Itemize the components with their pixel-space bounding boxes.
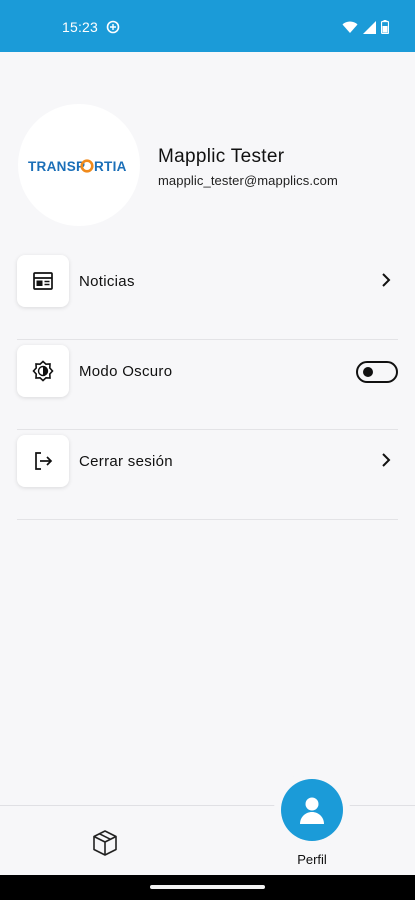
signal-icon (363, 20, 376, 34)
person-icon (300, 797, 324, 824)
menu-item-label: Cerrar sesión (79, 453, 173, 470)
battery-icon (381, 20, 389, 34)
chevron-right-icon (379, 452, 393, 473)
menu-item-label: Noticias (79, 273, 135, 290)
svg-text:TRANSP: TRANSP (28, 159, 85, 174)
status-bar: 15:23 (0, 0, 415, 52)
toggle-knob (363, 367, 373, 377)
avatar: TRANSP RTIA (18, 104, 140, 226)
dark-mode-toggle[interactable] (356, 361, 398, 383)
settings-menu: Noticias Modo Oscuro Cerrar sesión (0, 250, 415, 520)
bottom-nav: Perfil (0, 772, 415, 876)
package-icon[interactable] (90, 828, 120, 858)
user-email: mapplic_tester@mapplics.com (158, 173, 338, 188)
profile-header: TRANSP RTIA Mapplic Tester mapplic_teste… (0, 100, 415, 230)
logout-icon (17, 435, 69, 487)
wifi-icon (342, 21, 358, 33)
nav-profile-label[interactable]: Perfil (274, 852, 350, 867)
menu-item-label: Modo Oscuro (79, 363, 173, 380)
home-indicator[interactable] (150, 885, 265, 889)
menu-item-modo-oscuro[interactable]: Modo Oscuro (17, 340, 398, 430)
status-time: 15:23 (62, 19, 99, 35)
status-icons (342, 20, 389, 34)
menu-item-noticias[interactable]: Noticias (17, 250, 398, 340)
chevron-right-icon (379, 272, 393, 293)
gesture-bar (0, 875, 415, 900)
newspaper-icon (17, 255, 69, 307)
transportia-logo: TRANSP RTIA (28, 159, 127, 174)
user-name: Mapplic Tester (158, 146, 285, 167)
svg-text:RTIA: RTIA (94, 159, 127, 174)
menu-item-cerrar-sesion[interactable]: Cerrar sesión (17, 430, 398, 520)
profile-tab-button[interactable] (281, 779, 343, 841)
sync-icon (106, 20, 120, 39)
brightness-icon (17, 345, 69, 397)
